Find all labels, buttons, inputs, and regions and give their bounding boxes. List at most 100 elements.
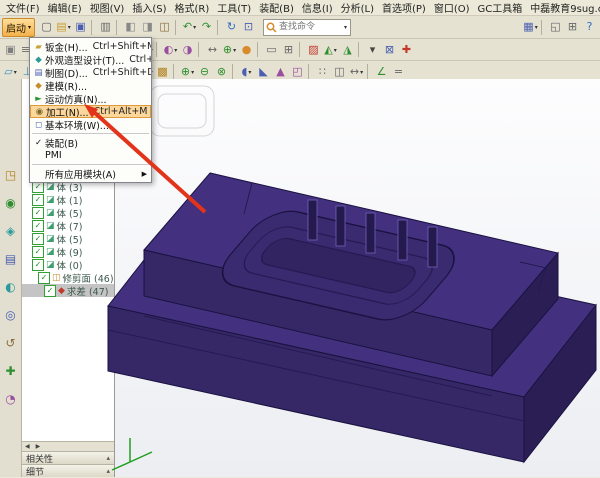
snap-point-icon[interactable]: ⊕▾: [221, 42, 238, 58]
web-browser-icon[interactable]: ◎: [3, 307, 19, 323]
pattern-feature-icon[interactable]: ∷: [314, 64, 331, 80]
open-icon[interactable]: ▤▾: [55, 19, 72, 35]
dependencies-panel-header[interactable]: 相关性 ▴: [22, 451, 114, 464]
tree-row-body-9[interactable]: ✓ ◪ 体 (9): [22, 245, 114, 258]
start-menu-motion-simulation[interactable]: ► 运动仿真(N)...: [30, 92, 151, 105]
reuse-library-icon[interactable]: ▤: [3, 251, 19, 267]
start-menu-assemblies[interactable]: ✓ 装配(B): [30, 136, 151, 149]
start-menu-modeling[interactable]: ◆ 建模(R)...: [30, 79, 151, 92]
hd3d-tools-icon[interactable]: ◐: [3, 279, 19, 295]
cut-icon[interactable]: ◧: [122, 19, 139, 35]
intersect-icon[interactable]: ⊗: [213, 64, 230, 80]
move-object-icon[interactable]: ↔: [204, 42, 221, 58]
start-menu-shape-studio[interactable]: ◆ 外观造型设计(T)... Ctrl+Alt+S: [30, 53, 151, 66]
paste-icon[interactable]: ◫: [156, 19, 173, 35]
menu-zhonglei-edu[interactable]: 中磊教育9sug.com: [526, 0, 600, 15]
assembly-navigator-icon[interactable]: ◳: [3, 167, 19, 183]
checkbox-icon[interactable]: ✓: [44, 285, 56, 297]
point-constructor-icon[interactable]: ●: [238, 42, 255, 58]
tree-row-body-5b[interactable]: ✓ ◪ 体 (5): [22, 232, 114, 245]
tree-row-body-5[interactable]: ✓ ◪ 体 (5): [22, 206, 114, 219]
save-icon[interactable]: ▣: [72, 19, 89, 35]
start-menu-gateway[interactable]: ◻ 基本环境(W)...: [30, 118, 151, 131]
shell-icon[interactable]: ◰: [289, 64, 306, 80]
tree-row-trimmed-face[interactable]: ✓ ◫ 修剪面 (46): [22, 271, 114, 284]
start-menu-all-applications[interactable]: 所有应用模块(A) ▶: [30, 167, 151, 180]
tree-row-body-0[interactable]: ✓ ◪ 体 (0): [22, 258, 114, 271]
menu-window[interactable]: 窗口(O): [430, 0, 474, 15]
chamfer-icon[interactable]: ◣: [255, 64, 272, 80]
menu-gc-toolbox[interactable]: GC工具箱: [474, 0, 527, 15]
search-input[interactable]: [277, 20, 343, 34]
menu-insert[interactable]: 插入(S): [128, 0, 170, 15]
checkbox-icon[interactable]: ✓: [32, 207, 44, 219]
checkbox-icon[interactable]: ✓: [32, 194, 44, 206]
start-menu-drafting[interactable]: ▤ 制图(D)... Ctrl+Shift+D: [30, 66, 151, 79]
menu-edit[interactable]: 编辑(E): [44, 0, 86, 15]
mirror-feature-icon[interactable]: ◫: [331, 64, 348, 80]
touch-mode-icon[interactable]: ◱: [547, 19, 564, 35]
edge-blend-icon[interactable]: ◖▾: [238, 64, 255, 80]
cylinder-icon[interactable]: ▩: [154, 64, 171, 80]
immediate-hide-icon[interactable]: ◑: [179, 42, 196, 58]
checkbox-icon[interactable]: ✓: [32, 246, 44, 258]
copy-icon[interactable]: ◨: [139, 19, 156, 35]
history-icon[interactable]: ↺: [3, 335, 19, 351]
work-layer-icon[interactable]: ▭: [263, 42, 280, 58]
unite-icon[interactable]: ⊕▾: [179, 64, 196, 80]
grid-icon[interactable]: ⊞: [280, 42, 297, 58]
measure-angle-icon[interactable]: ∠: [373, 64, 390, 80]
tree-row-body-1b[interactable]: ✓ ◪ 体 (1): [22, 193, 114, 206]
redo-icon[interactable]: ↷: [198, 19, 215, 35]
scroll-left-icon[interactable]: ◀: [22, 443, 33, 450]
show-hide-icon[interactable]: ◐▾: [162, 42, 179, 58]
graphics-window[interactable]: [115, 79, 600, 477]
object-display-icon[interactable]: ▨: [305, 42, 322, 58]
help-icon[interactable]: ?: [581, 19, 598, 35]
navigator-hscrollbar[interactable]: ◀ ▶: [22, 441, 114, 451]
print-icon[interactable]: ▥: [97, 19, 114, 35]
tree-row-subtract[interactable]: ✓ ◆ 求差 (47): [22, 284, 114, 297]
checkbox-icon[interactable]: ✓: [38, 272, 50, 284]
window-cascade-icon[interactable]: ▦▾: [522, 19, 539, 35]
constraint-navigator-icon[interactable]: ◉: [3, 195, 19, 211]
start-button[interactable]: 启动 ▾: [2, 18, 35, 37]
scroll-right-icon[interactable]: ▶: [33, 443, 44, 450]
expression-icon[interactable]: =: [390, 64, 407, 80]
part-navigator-icon[interactable]: ◈: [3, 223, 19, 239]
fit-window-icon[interactable]: ⊡: [240, 19, 257, 35]
menu-tools[interactable]: 工具(T): [213, 0, 255, 15]
edit-section-icon[interactable]: ◭▾: [322, 42, 339, 58]
start-menu-pmi[interactable]: PMI: [30, 149, 151, 162]
menu-preferences[interactable]: 首选项(P): [378, 0, 430, 15]
menu-assemblies[interactable]: 装配(B): [255, 0, 298, 15]
menu-information[interactable]: 信息(I): [298, 0, 337, 15]
selection-filter-icon[interactable]: ▾: [364, 42, 381, 58]
start-menu-sheet-metal[interactable]: ▰ 钣金(H)... Ctrl+Shift+M: [30, 40, 151, 53]
roles-icon[interactable]: ◔: [3, 391, 19, 407]
move-face-icon[interactable]: ↔▾: [348, 64, 365, 80]
trim-body-icon[interactable]: ▲: [272, 64, 289, 80]
process-studio-icon[interactable]: ✚: [3, 363, 19, 379]
search-options-chevron-icon[interactable]: ▾: [343, 24, 348, 31]
new-icon[interactable]: ▢: [38, 19, 55, 35]
clip-section-icon[interactable]: ◮: [339, 42, 356, 58]
menu-analysis[interactable]: 分析(L): [337, 0, 378, 15]
highlight-icon[interactable]: ✚: [398, 42, 415, 58]
full-screen-icon[interactable]: ⊞: [564, 19, 581, 35]
tree-row-body-7[interactable]: ✓ ◪ 体 (7): [22, 219, 114, 232]
start-menu-manufacturing[interactable]: ◉ 加工(N)... Ctrl+Alt+M: [30, 105, 151, 118]
checkbox-icon[interactable]: ✓: [32, 220, 44, 232]
refresh-icon[interactable]: ↻: [223, 19, 240, 35]
undo-icon[interactable]: ↶▾: [181, 19, 198, 35]
subtract-icon[interactable]: ⊖: [196, 64, 213, 80]
checkbox-icon[interactable]: ✓: [32, 259, 44, 271]
details-panel-header[interactable]: 细节 ▴: [22, 464, 114, 477]
datum-plane-icon[interactable]: ▱▾: [2, 64, 19, 80]
menu-file[interactable]: 文件(F): [2, 0, 44, 15]
screenshot-icon[interactable]: ▣: [2, 42, 19, 58]
menu-view[interactable]: 视图(V): [86, 0, 129, 15]
menu-format[interactable]: 格式(R): [171, 0, 214, 15]
select-all-icon[interactable]: ⊠: [381, 42, 398, 58]
checkbox-icon[interactable]: ✓: [32, 233, 44, 245]
